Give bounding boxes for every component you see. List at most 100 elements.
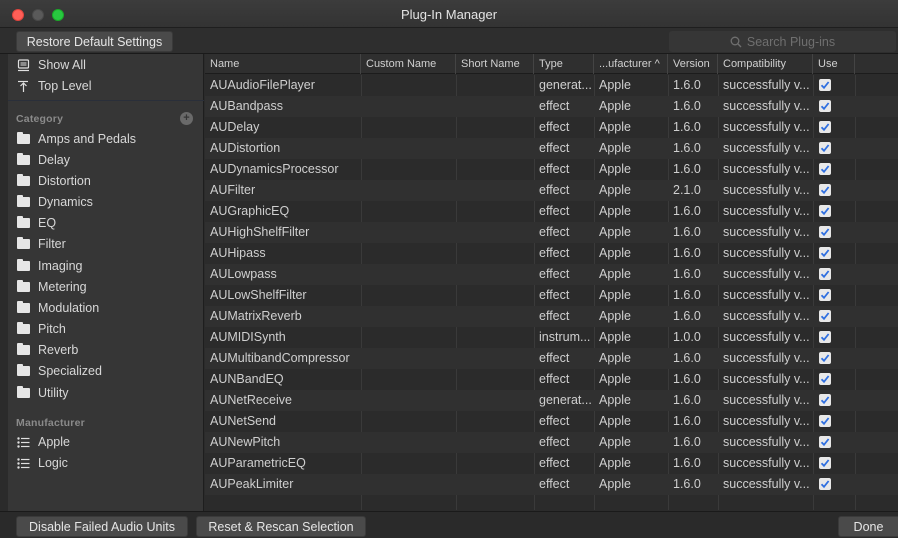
- sidebar-item-category[interactable]: Amps and Pedals: [16, 129, 136, 149]
- restore-default-settings-button[interactable]: Restore Default Settings: [16, 31, 173, 52]
- cell-name: AUHipass: [210, 246, 266, 260]
- use-checkbox[interactable]: [819, 142, 831, 154]
- reset-rescan-selection-button[interactable]: Reset & Rescan Selection: [196, 516, 366, 537]
- sidebar-item-category[interactable]: Modulation: [16, 298, 99, 318]
- sidebar-item-category[interactable]: Delay: [16, 150, 70, 170]
- use-checkbox[interactable]: [819, 121, 831, 133]
- table-row[interactable]: AUHighShelfFilter effect Apple 1.6.0 success…: [205, 222, 898, 243]
- use-checkbox[interactable]: [819, 226, 831, 238]
- use-checkbox[interactable]: [819, 394, 831, 406]
- table-row[interactable]: AUParametricEQ effect Apple 1.6.0 successful…: [205, 453, 898, 474]
- cell-manufacturer: Apple: [599, 414, 631, 428]
- use-checkbox[interactable]: [819, 247, 831, 259]
- table-row[interactable]: AUPeakLimiter effect Apple 1.6.0 successfull…: [205, 474, 898, 495]
- cell-name: AUBandpass: [210, 99, 283, 113]
- cell-name: AUDelay: [210, 120, 260, 134]
- use-checkbox[interactable]: [819, 436, 831, 448]
- table-row[interactable]: AUNBandEQ effect Apple 1.6.0 successfully v.…: [205, 369, 898, 390]
- use-checkbox[interactable]: [819, 331, 831, 343]
- sidebar-item-category[interactable]: Dynamics: [16, 192, 93, 212]
- window-title: Plug-In Manager: [400, 7, 498, 22]
- top-level-icon: [16, 79, 30, 93]
- cell-version: 2.1.0: [673, 183, 701, 197]
- search-field[interactable]: Search Plug-ins: [669, 31, 896, 52]
- use-checkbox[interactable]: [819, 79, 831, 91]
- list-icon: [16, 435, 30, 449]
- table-row[interactable]: AUHipass effect Apple 1.6.0 successfully v..…: [205, 243, 898, 264]
- table-row[interactable]: AUFilter effect Apple 2.1.0 successfully v..…: [205, 180, 898, 201]
- cell-name: AULowShelfFilter: [210, 288, 307, 302]
- cell-name: AUNBandEQ: [210, 372, 284, 386]
- table-row[interactable]: AUBandpass effect Apple 1.6.0 successfully v…: [205, 96, 898, 117]
- column-header-short-name[interactable]: Short Name: [456, 54, 534, 74]
- folder-icon: [16, 322, 30, 336]
- table-row[interactable]: AUDynamicsProcessor effect Apple 1.6.0 succe…: [205, 159, 898, 180]
- column-header-compatibility[interactable]: Compatibility: [718, 54, 813, 74]
- use-checkbox[interactable]: [819, 478, 831, 490]
- column-header-version[interactable]: Version: [668, 54, 718, 74]
- table-row[interactable]: AUDistortion effect Apple 1.6.0 successfully…: [205, 138, 898, 159]
- cell-type: effect: [539, 246, 570, 260]
- use-checkbox[interactable]: [819, 289, 831, 301]
- cell-type: effect: [539, 477, 570, 491]
- use-checkbox[interactable]: [819, 100, 831, 112]
- column-header-type[interactable]: Type: [534, 54, 594, 74]
- use-checkbox[interactable]: [819, 268, 831, 280]
- cell-type: effect: [539, 99, 570, 113]
- table-row[interactable]: AUNewPitch effect Apple 1.6.0 successfully v…: [205, 432, 898, 453]
- cell-manufacturer: Apple: [599, 120, 631, 134]
- table-row[interactable]: AUNetReceive generat... Apple 1.6.0 successf…: [205, 390, 898, 411]
- sidebar-item-category[interactable]: Pitch: [16, 319, 66, 339]
- sidebar-item-category[interactable]: EQ: [16, 213, 56, 233]
- cell-compatibility: successfully v...: [723, 99, 810, 113]
- sidebar-item-label: Reverb: [38, 343, 79, 357]
- use-checkbox[interactable]: [819, 373, 831, 385]
- use-checkbox[interactable]: [819, 184, 831, 196]
- use-checkbox[interactable]: [819, 163, 831, 175]
- add-category-icon[interactable]: +: [180, 112, 193, 125]
- table-row[interactable]: AUGraphicEQ effect Apple 1.6.0 successfully …: [205, 201, 898, 222]
- cell-compatibility: successfully v...: [723, 477, 810, 491]
- use-checkbox[interactable]: [819, 310, 831, 322]
- table-row[interactable]: AULowpass effect Apple 1.6.0 successfully v.…: [205, 264, 898, 285]
- table-row[interactable]: AUMIDISynth instrum... Apple 1.0.0 successfu…: [205, 327, 898, 348]
- sidebar-item-category[interactable]: Metering: [16, 277, 87, 297]
- table-row[interactable]: AUDelay effect Apple 1.6.0 successfully v...: [205, 117, 898, 138]
- table-header: Name Custom Name Short Name Type ...ufac…: [205, 54, 898, 74]
- sidebar-item-show-all[interactable]: Show All: [16, 55, 86, 75]
- sidebar-item-category[interactable]: Reverb: [16, 340, 78, 360]
- sidebar-item-category[interactable]: Specialized: [16, 361, 102, 381]
- table-row[interactable]: AUAudioFilePlayer generat... Apple 1.6.0 suc…: [205, 75, 898, 96]
- column-header-manufacturer[interactable]: ...ufacturer ^: [594, 54, 668, 74]
- table-row[interactable]: AUNetSend effect Apple 1.6.0 successfully v.…: [205, 411, 898, 432]
- cell-manufacturer: Apple: [599, 288, 631, 302]
- sidebar-item-top-level[interactable]: Top Level: [16, 76, 92, 96]
- sidebar-item-category[interactable]: Imaging: [16, 256, 82, 276]
- sidebar-item-label: Amps and Pedals: [38, 132, 136, 146]
- use-checkbox[interactable]: [819, 457, 831, 469]
- done-button[interactable]: Done: [838, 516, 898, 537]
- disable-failed-audio-units-button[interactable]: Disable Failed Audio Units: [16, 516, 188, 537]
- cell-compatibility: successfully v...: [723, 162, 810, 176]
- sidebar-item-category[interactable]: Utility: [16, 383, 69, 403]
- sidebar-item-category[interactable]: Distortion: [16, 171, 91, 191]
- table-row[interactable]: AUMatrixReverb effect Apple 1.6.0 successful…: [205, 306, 898, 327]
- column-header-custom-name[interactable]: Custom Name: [361, 54, 456, 74]
- cell-version: 1.6.0: [673, 225, 701, 239]
- sidebar-item-manufacturer[interactable]: Apple: [16, 432, 70, 452]
- cell-manufacturer: Apple: [599, 456, 631, 470]
- toolbar: Restore Default Settings Search Plug-ins: [0, 28, 898, 54]
- use-checkbox[interactable]: [819, 352, 831, 364]
- column-header-use[interactable]: Use: [813, 54, 855, 74]
- use-checkbox[interactable]: [819, 415, 831, 427]
- cell-compatibility: successfully v...: [723, 393, 810, 407]
- table-row[interactable]: AULowShelfFilter effect Apple 1.6.0 successf…: [205, 285, 898, 306]
- sidebar-item-manufacturer[interactable]: Logic: [16, 453, 68, 473]
- table-row[interactable]: AUMultibandCompressor effect Apple 1.6.0 suc…: [205, 348, 898, 369]
- cell-manufacturer: Apple: [599, 393, 631, 407]
- cell-compatibility: successfully v...: [723, 183, 810, 197]
- use-checkbox[interactable]: [819, 205, 831, 217]
- cell-manufacturer: Apple: [599, 351, 631, 365]
- sidebar-item-category[interactable]: Filter: [16, 234, 66, 254]
- column-header-name[interactable]: Name: [205, 54, 361, 74]
